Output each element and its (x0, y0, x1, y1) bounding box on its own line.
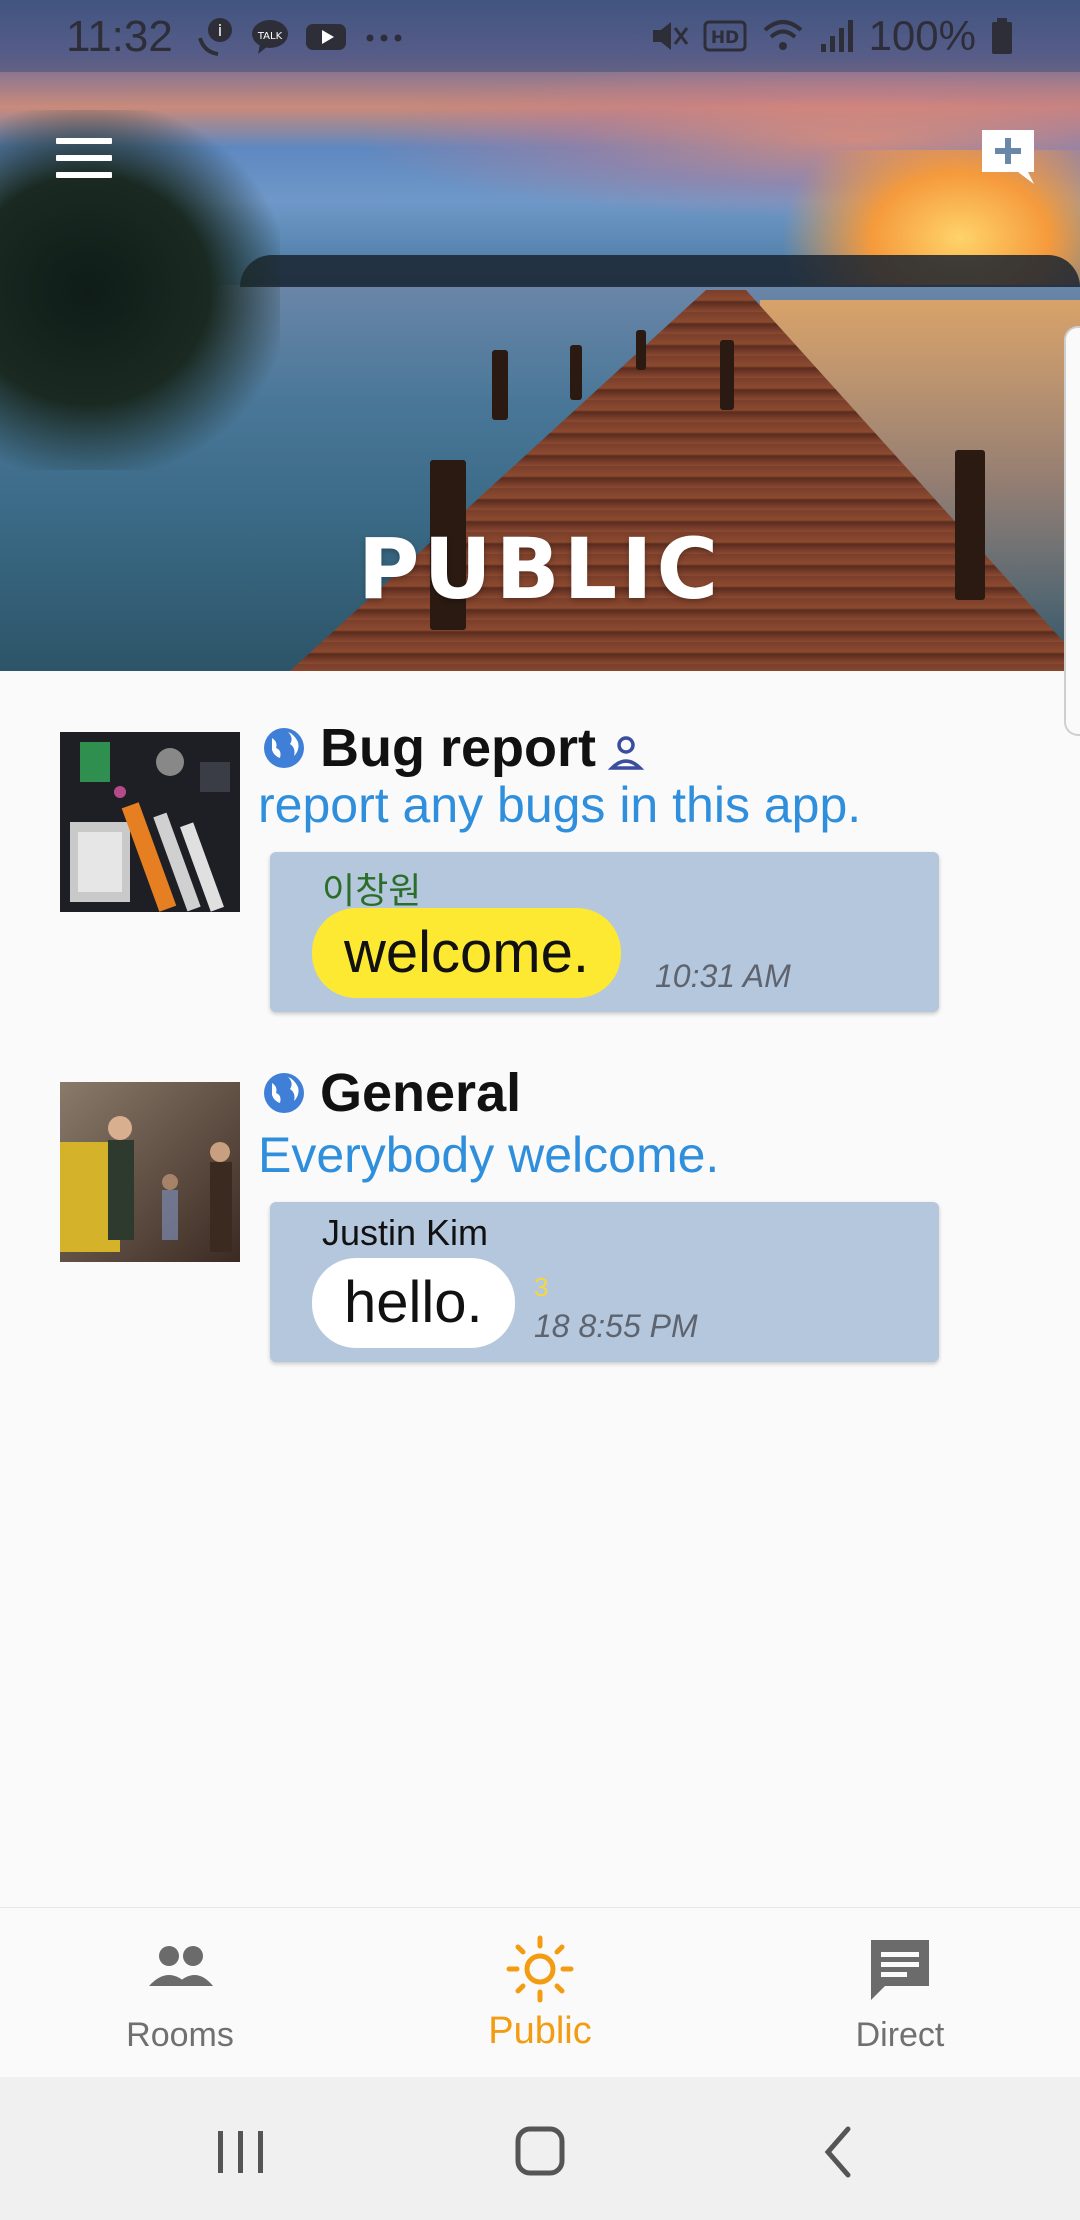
tab-label: Public (488, 2010, 592, 2052)
message-sender: Justin Kim (322, 1212, 489, 1253)
message-sender: 이창원 (322, 870, 422, 911)
svg-text:TALK: TALK (257, 31, 283, 42)
room-thumbnail (60, 1082, 240, 1262)
globe-icon (264, 1073, 304, 1113)
wifi-icon (763, 20, 802, 50)
page-title: PUBLIC (357, 520, 723, 618)
status-bar: 11:32 i TALK HD 100% (0, 0, 1080, 72)
battery-percent: 100% (868, 12, 976, 59)
hd-icon: HD (703, 20, 747, 52)
svg-text:HD: HD (710, 28, 738, 48)
tab-label: Rooms (126, 2016, 234, 2054)
tab-direct[interactable]: Direct (720, 1908, 1080, 2078)
svg-text:i: i (218, 21, 222, 40)
tab-label: Direct (855, 2016, 945, 2054)
hamburger-menu-icon[interactable] (56, 138, 112, 178)
sun-icon (506, 1935, 574, 2003)
add-chat-icon[interactable] (978, 126, 1038, 186)
header-banner: PUBLIC (0, 0, 1080, 671)
message-time: 10:31 AM (655, 958, 791, 994)
message-icon (871, 1940, 929, 2000)
last-message-card[interactable]: Justin Kim hello. 3 18 8:55 PM (270, 1202, 939, 1362)
back-icon[interactable] (800, 2117, 880, 2187)
phone-info-icon: i (198, 18, 232, 56)
tab-public[interactable]: Public (360, 1908, 720, 2078)
message-time: 18 8:55 PM (534, 1308, 698, 1344)
status-time: 11:32 (66, 12, 173, 61)
room-name: General (320, 1063, 522, 1123)
unread-count: 3 (534, 1272, 549, 1302)
bottom-navigation: Rooms Public Direct (0, 1907, 1080, 2077)
people-icon (149, 1946, 213, 1986)
battery-icon (992, 18, 1012, 54)
message-bubble: welcome. (312, 908, 621, 998)
more-dots-icon (366, 34, 402, 42)
recents-icon[interactable] (200, 2117, 280, 2187)
home-icon[interactable] (500, 2117, 580, 2187)
room-thumbnail (60, 732, 240, 912)
system-navigation-bar (0, 2077, 1080, 2220)
youtube-icon (306, 24, 346, 50)
message-bubble: hello. (312, 1258, 515, 1348)
room-description: report any bugs in this app. (258, 777, 862, 833)
globe-icon (264, 728, 304, 768)
edge-panel-handle[interactable] (1064, 326, 1080, 736)
room-description: Everybody welcome. (258, 1127, 720, 1183)
last-message-card[interactable]: 이창원 welcome. 10:31 AM (270, 852, 939, 1012)
room-name: Bug report (320, 718, 596, 778)
mute-icon (652, 22, 688, 50)
signal-icon (820, 20, 853, 52)
tab-rooms[interactable]: Rooms (0, 1908, 360, 2078)
kakaotalk-icon: TALK (252, 20, 288, 54)
owner-person-icon (607, 736, 645, 770)
